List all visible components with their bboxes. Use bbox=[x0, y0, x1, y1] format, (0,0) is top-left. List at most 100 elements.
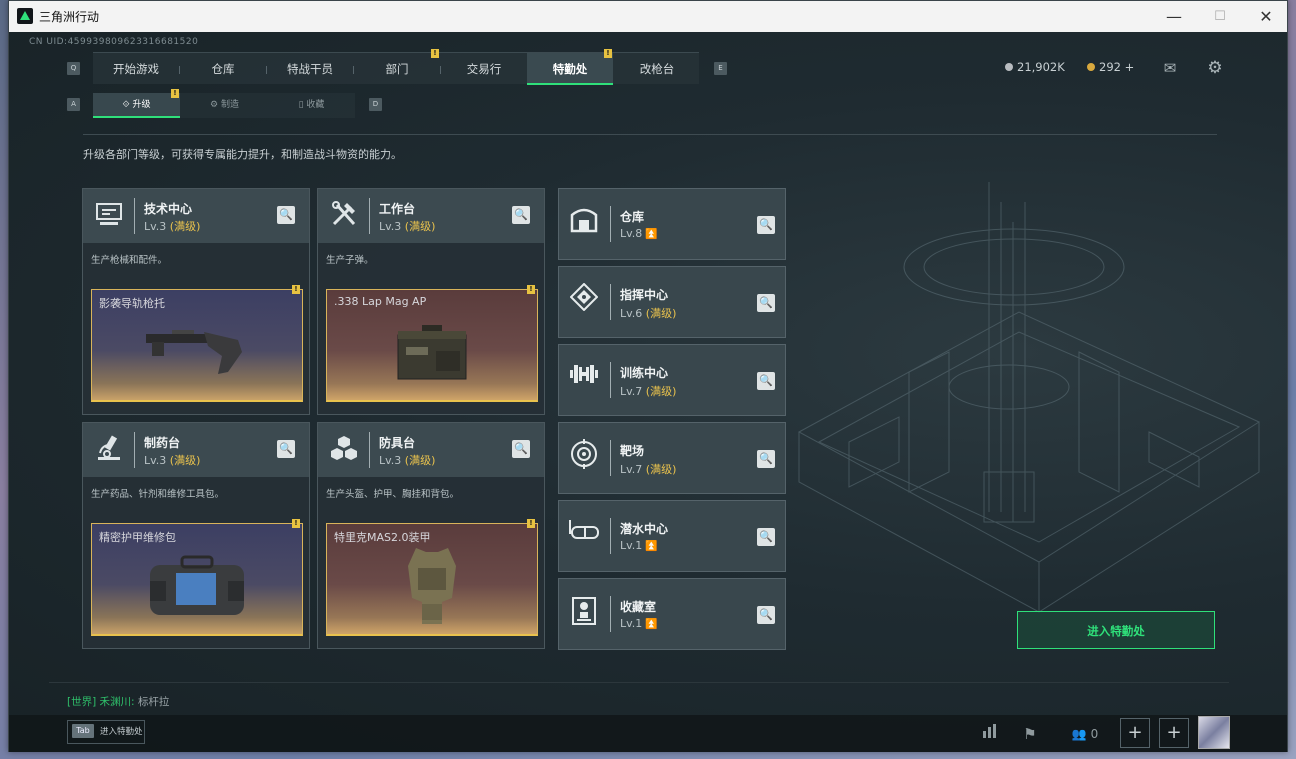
crafting-item-slot[interactable]: 精密护甲维修包 bbox=[91, 523, 303, 636]
close-button[interactable]: ✕ bbox=[1243, 1, 1289, 32]
level-value: Lv.3 bbox=[379, 454, 402, 467]
microscope-icon bbox=[91, 433, 127, 467]
target-icon bbox=[567, 439, 601, 477]
workbench-card-armory[interactable]: 防具台 Lv.3 (满级) 🔍 生产头盔、护甲、胸挂和背包。 特里克MAS2.0… bbox=[317, 422, 545, 649]
silver-coin-icon bbox=[1005, 63, 1013, 71]
search-icon[interactable]: 🔍 bbox=[757, 372, 775, 390]
search-icon[interactable]: 🔍 bbox=[512, 206, 530, 224]
card-level: Lv.3 (满级) bbox=[144, 218, 200, 234]
subtab-collection[interactable]: ▯ 收藏 bbox=[268, 93, 355, 118]
facility-warehouse[interactable]: 仓库 Lv.8 ⏫ 🔍 bbox=[558, 188, 786, 260]
max-level-tag: (满级) bbox=[645, 385, 677, 398]
card-description: 生产枪械和配件。 bbox=[91, 255, 168, 266]
subtab-collection-label: 收藏 bbox=[306, 100, 325, 110]
base-wireframe-illustration bbox=[797, 182, 1261, 613]
friends-button[interactable]: 👥 0 bbox=[1065, 721, 1105, 747]
add-party-slot-button[interactable]: + bbox=[1120, 718, 1150, 748]
stats-chart-icon[interactable] bbox=[977, 721, 1003, 747]
stock-item-image bbox=[142, 322, 252, 386]
search-icon[interactable]: 🔍 bbox=[277, 206, 295, 224]
card-header: 制药台 Lv.3 (满级) 🔍 bbox=[83, 423, 309, 477]
item-alert-badge: ! bbox=[527, 519, 535, 528]
tab-operators[interactable]: 特战干员 bbox=[267, 53, 353, 85]
card-title: 工作台 bbox=[379, 202, 416, 216]
subtab-upgrade-label: 升级 bbox=[132, 100, 151, 110]
minimize-button[interactable]: — bbox=[1151, 1, 1197, 32]
tab-hint-button[interactable]: Tab 进入特勤处 bbox=[67, 720, 145, 744]
main-nav: 开始游戏 仓库 特战干员 部门 ! 交易行 特勤处 ! 改枪台 bbox=[93, 49, 700, 85]
tab-start-game[interactable]: 开始游戏 bbox=[93, 53, 179, 85]
header-divider bbox=[83, 134, 1217, 135]
sub-nav: ⟐ 升级 ! ⚙ 制造 ▯ 收藏 bbox=[93, 89, 355, 118]
tab-department[interactable]: 部门 bbox=[354, 53, 440, 85]
card-level: Lv.3 (满级) bbox=[144, 452, 200, 468]
department-alert-badge: ! bbox=[431, 49, 439, 58]
friends-count: 0 bbox=[1090, 727, 1099, 741]
facility-collection-room[interactable]: 收藏室 Lv.1 ⏫ 🔍 bbox=[558, 578, 786, 650]
facility-command-center[interactable]: 指挥中心 Lv.6 (满级) 🔍 bbox=[558, 266, 786, 338]
search-icon[interactable]: 🔍 bbox=[757, 216, 775, 234]
facility-divider bbox=[610, 596, 611, 632]
subtab-upgrade[interactable]: ⟐ 升级 bbox=[93, 93, 180, 118]
card-header: 防具台 Lv.3 (满级) 🔍 bbox=[318, 423, 544, 477]
facility-diving-center[interactable]: 潜水中心 Lv.1 ⏫ 🔍 bbox=[558, 500, 786, 572]
card-description: 生产头盔、护甲、胸挂和背包。 bbox=[326, 489, 460, 500]
subnav-prev-key[interactable]: A bbox=[67, 98, 80, 111]
tab-warehouse[interactable]: 仓库 bbox=[180, 53, 266, 85]
item-name: 特里克MAS2.0装甲 bbox=[334, 531, 431, 544]
header-divider bbox=[369, 432, 370, 468]
friends-icon: 👥 bbox=[1071, 727, 1087, 741]
tab-hint-label: 进入特勤处 bbox=[100, 727, 143, 737]
tab-gunsmith[interactable]: 改枪台 bbox=[614, 53, 700, 85]
subnav-next-key[interactable]: D bbox=[369, 98, 382, 111]
max-level-tag: (满级) bbox=[645, 307, 677, 320]
tab-trading[interactable]: 交易行 bbox=[441, 53, 527, 85]
facility-divider bbox=[610, 206, 611, 242]
craft-icon: ⚙ bbox=[210, 100, 221, 110]
search-icon[interactable]: 🔍 bbox=[277, 440, 295, 458]
add-gold-button[interactable]: + bbox=[1125, 60, 1135, 74]
search-icon[interactable]: 🔍 bbox=[757, 450, 775, 468]
computer-icon bbox=[91, 199, 127, 233]
card-title: 技术中心 bbox=[144, 202, 193, 216]
max-level-tag: (满级) bbox=[645, 463, 677, 476]
workbench-card-pharmacy[interactable]: 制药台 Lv.3 (满级) 🔍 生产药品、针剂和维修工具包。 精密护甲维修包 ! bbox=[82, 422, 310, 649]
enter-special-ops-button[interactable]: 进入特勤处 bbox=[1017, 611, 1215, 649]
upgrade-alert-badge: ! bbox=[171, 89, 179, 98]
silver-currency[interactable]: 21,902K bbox=[1005, 60, 1065, 74]
flag-icon[interactable]: ⚑ bbox=[1017, 721, 1043, 747]
search-icon[interactable]: 🔍 bbox=[757, 606, 775, 624]
workbench-card-tech-center[interactable]: 技术中心 Lv.3 (满级) 🔍 生产枪械和配件。 影袭导轨枪托 ! bbox=[82, 188, 310, 415]
level-value: Lv.1 bbox=[620, 539, 643, 552]
avatar[interactable] bbox=[1198, 716, 1230, 749]
facility-shooting-range[interactable]: 靶场 Lv.7 (满级) 🔍 bbox=[558, 422, 786, 494]
search-icon[interactable]: 🔍 bbox=[512, 440, 530, 458]
tab-special-ops[interactable]: 特勤处 bbox=[527, 53, 613, 85]
player-uid: CN UID:459939809623316681520 bbox=[29, 37, 199, 47]
card-title: 制药台 bbox=[144, 436, 181, 450]
search-icon[interactable]: 🔍 bbox=[757, 294, 775, 312]
subtab-craft[interactable]: ⚙ 制造 bbox=[181, 93, 268, 118]
nav-next-key[interactable]: E bbox=[714, 62, 727, 75]
workbench-card-workbench[interactable]: 工作台 Lv.3 (满级) 🔍 生产子弹。 .338 Lap Mag AP ! bbox=[317, 188, 545, 415]
upgrade-arrow-icon: ⏫ bbox=[645, 229, 658, 240]
maximize-button[interactable]: ☐ bbox=[1197, 1, 1243, 32]
warehouse-icon bbox=[567, 205, 601, 243]
mail-icon[interactable]: ✉ bbox=[1160, 58, 1180, 78]
chat-channel: [世界] bbox=[67, 696, 97, 708]
upgrade-arrow-icon: ⏫ bbox=[645, 541, 658, 552]
settings-gear-icon[interactable]: ⚙ bbox=[1205, 58, 1225, 78]
gold-currency[interactable]: 292 + bbox=[1087, 60, 1134, 74]
facility-divider bbox=[610, 362, 611, 398]
add-party-slot-button[interactable]: + bbox=[1159, 718, 1189, 748]
dumbbell-icon bbox=[567, 361, 601, 399]
tab-key: Tab bbox=[72, 724, 94, 738]
crafting-item-slot[interactable]: 影袭导轨枪托 bbox=[91, 289, 303, 402]
facility-training-center[interactable]: 训练中心 Lv.7 (满级) 🔍 bbox=[558, 344, 786, 416]
search-icon[interactable]: 🔍 bbox=[757, 528, 775, 546]
crafting-item-slot[interactable]: .338 Lap Mag AP bbox=[326, 289, 538, 402]
nav-prev-key[interactable]: Q bbox=[67, 62, 80, 75]
facility-level: Lv.7 (满级) bbox=[620, 461, 676, 477]
world-chat-message[interactable]: [世界] 禾渊川: 标杆拉 bbox=[67, 694, 169, 709]
crafting-item-slot[interactable]: 特里克MAS2.0装甲 bbox=[326, 523, 538, 636]
